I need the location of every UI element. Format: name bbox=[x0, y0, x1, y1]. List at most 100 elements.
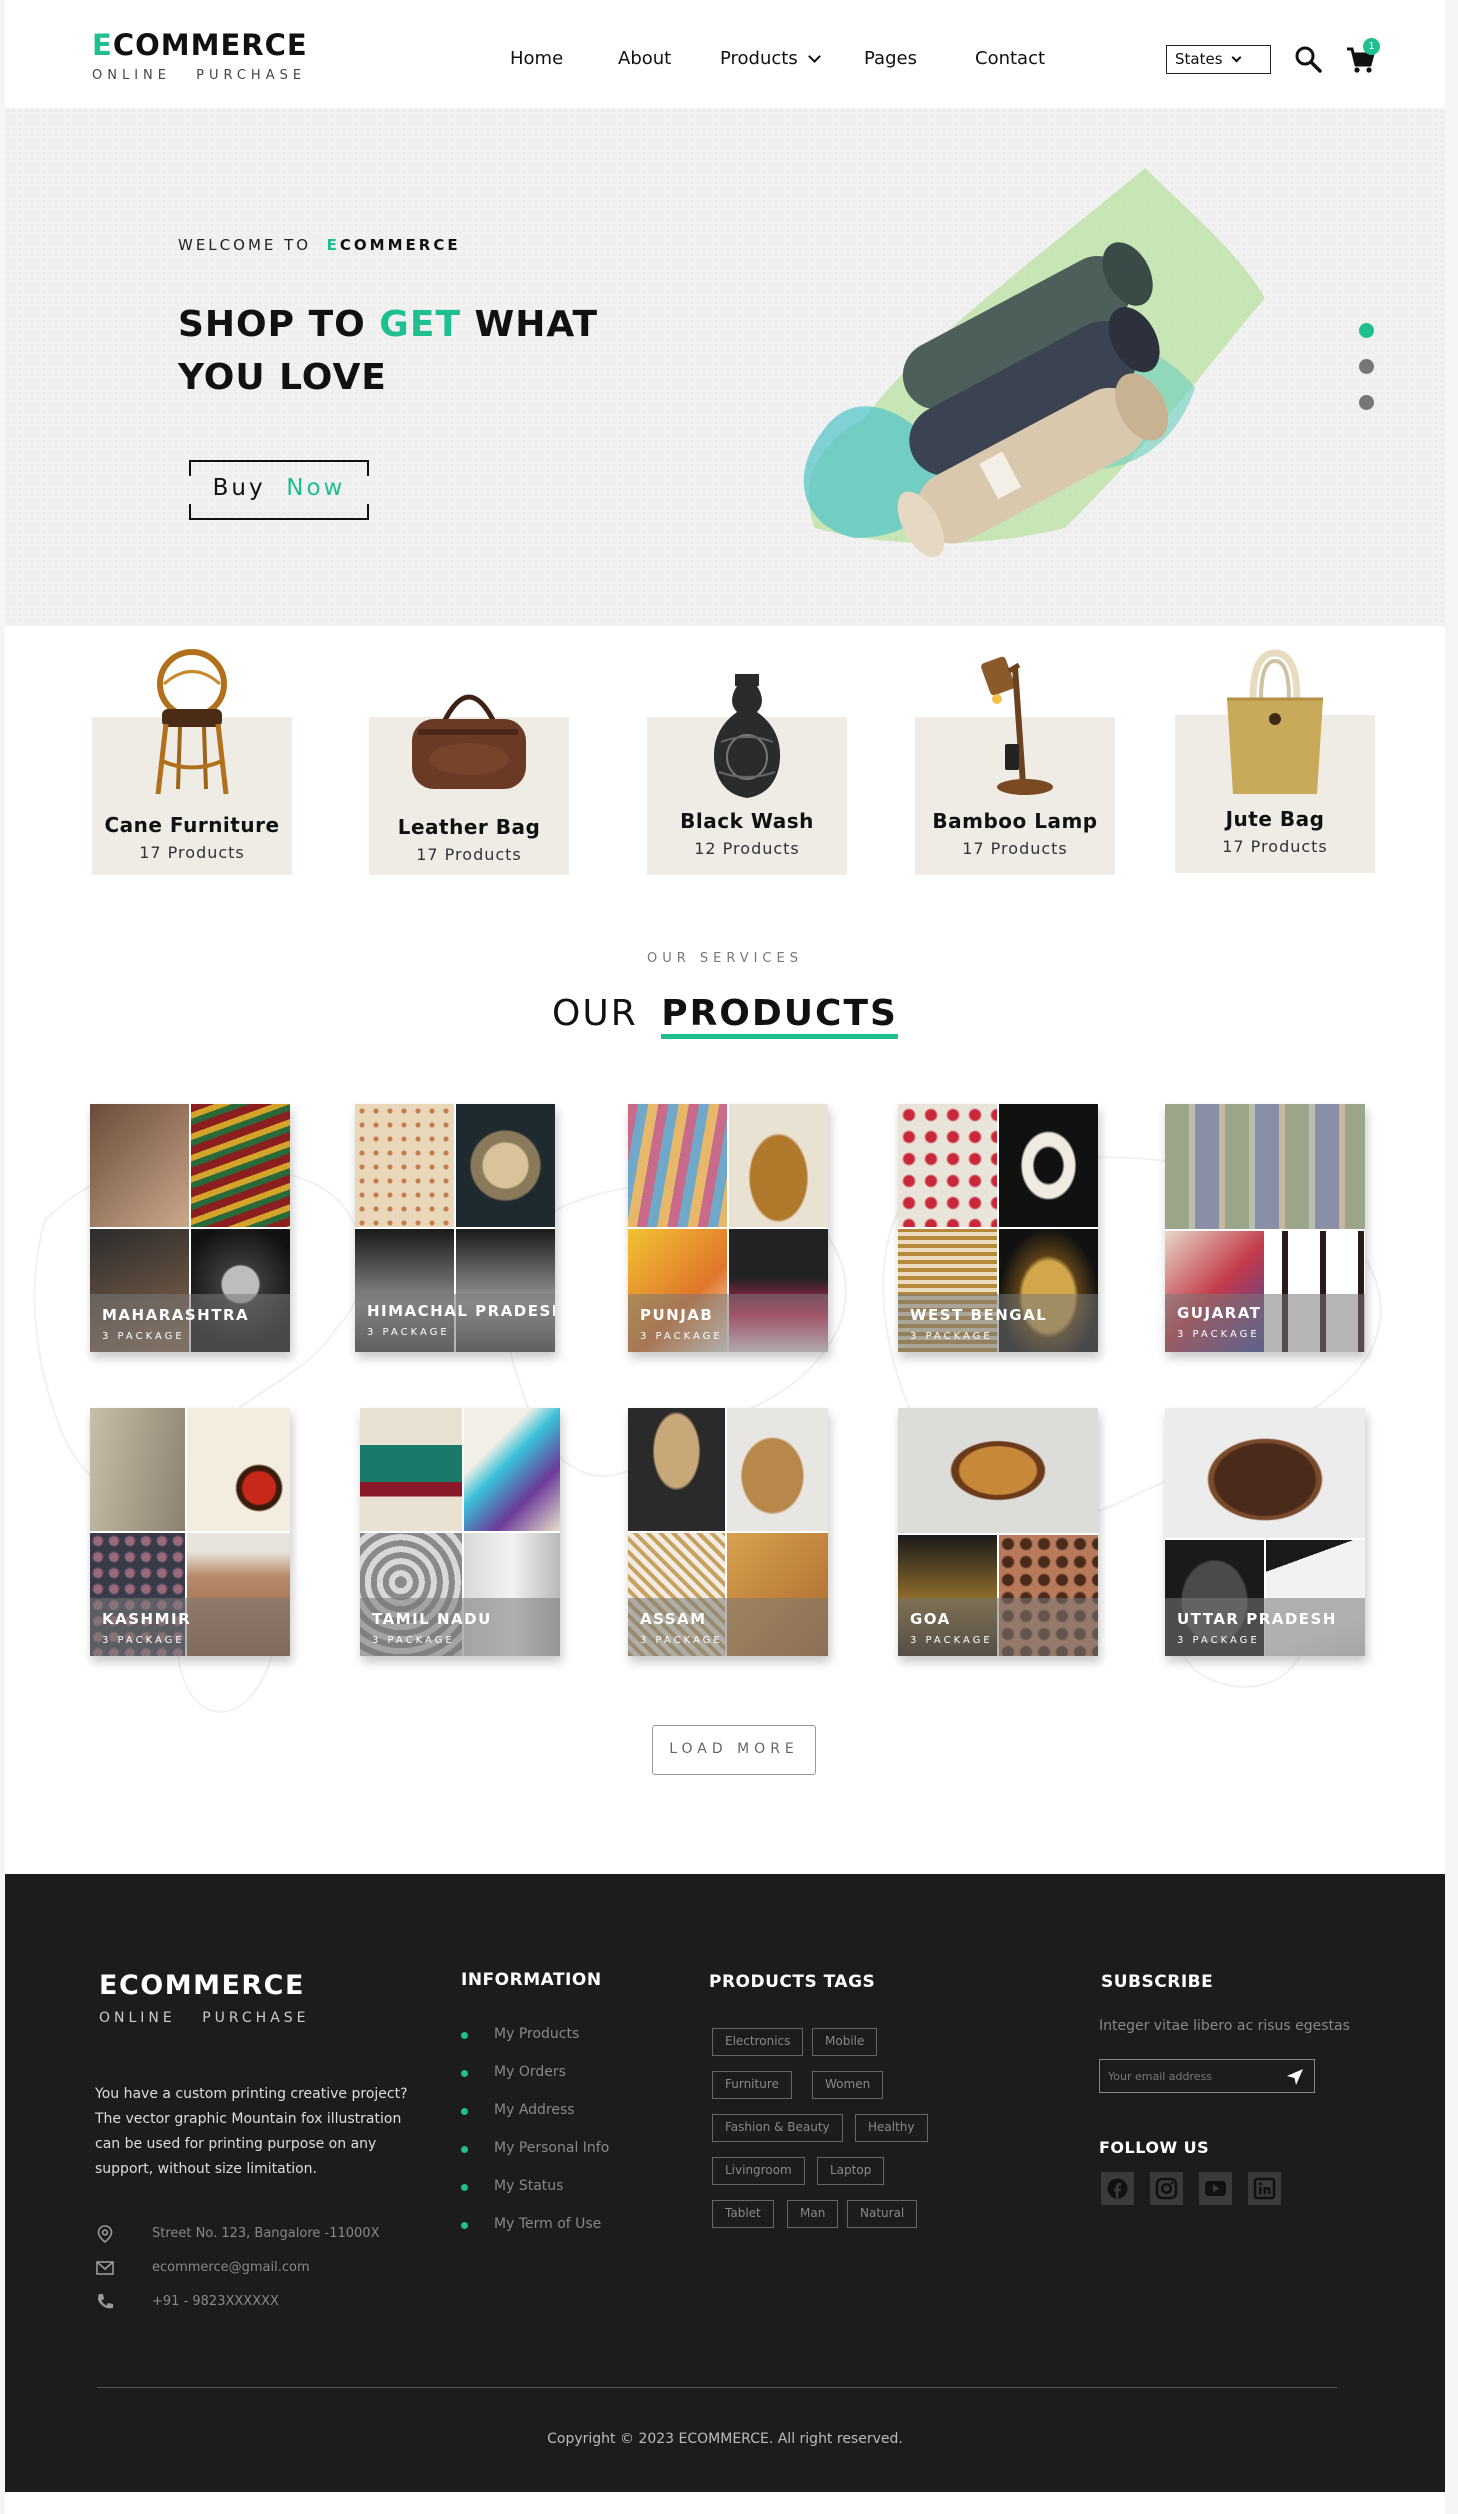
product-package: 3 PACKAGE bbox=[102, 1331, 185, 1342]
hero-slider-dots bbox=[1359, 323, 1374, 431]
nav-products[interactable]: Products bbox=[720, 48, 821, 69]
product-photo bbox=[187, 1408, 290, 1531]
product-name: ASSAM bbox=[640, 1610, 707, 1628]
hero-welcome-text: WELCOME TO bbox=[178, 236, 312, 254]
slider-dot-1[interactable] bbox=[1359, 323, 1374, 338]
chevron-down-icon bbox=[1231, 52, 1241, 63]
product-name: TAMIL NADU bbox=[372, 1610, 492, 1628]
black-vase-image bbox=[713, 674, 781, 798]
category-name: Bamboo Lamp bbox=[932, 809, 1098, 833]
info-link-label: My Personal Info bbox=[494, 2140, 610, 2156]
tag-livingroom[interactable]: Livingroom bbox=[712, 2157, 805, 2185]
bullet-icon bbox=[461, 2184, 468, 2191]
load-more-button[interactable]: LOAD MORE bbox=[652, 1725, 816, 1775]
footer-logo[interactable]: ECOMMERCE bbox=[99, 1970, 305, 2001]
nav-pages[interactable]: Pages bbox=[864, 48, 917, 69]
tags-heading: PRODUCTS TAGS bbox=[709, 1972, 876, 1992]
hero-welcome: WELCOME TO ECOMMERCE bbox=[178, 236, 461, 254]
hero-brand-rest: COMMERCE bbox=[339, 236, 461, 254]
info-link-label: My Term of Use bbox=[494, 2216, 602, 2232]
instagram-icon[interactable] bbox=[1150, 2172, 1183, 2205]
product-name: UTTAR PRADESH bbox=[1177, 1610, 1337, 1628]
product-name: MAHARASHTRA bbox=[102, 1306, 250, 1324]
product-package: 3 PACKAGE bbox=[102, 1635, 185, 1646]
category-card-cane-furniture[interactable]: Cane Furniture 17 Products bbox=[92, 649, 292, 875]
bullet-icon bbox=[461, 2070, 468, 2077]
subscribe-email-input[interactable] bbox=[1108, 2066, 1278, 2086]
product-card-uttar-pradesh[interactable]: UTTAR PRADESH 3 PACKAGE bbox=[1165, 1408, 1365, 1656]
category-card-black-wash[interactable]: Black Wash 12 Products bbox=[647, 674, 847, 875]
location-pin-icon bbox=[97, 2225, 113, 2244]
nav-contact[interactable]: Contact bbox=[975, 48, 1045, 69]
tag-tablet[interactable]: Tablet bbox=[712, 2200, 774, 2228]
nav-home[interactable]: Home bbox=[510, 48, 563, 69]
product-card-west-bengal[interactable]: WEST BENGAL 3 PACKAGE bbox=[898, 1104, 1098, 1352]
product-package: 3 PACKAGE bbox=[910, 1331, 993, 1342]
tag-man[interactable]: Man bbox=[787, 2200, 839, 2228]
category-card-leather-bag[interactable]: Leather Bag 17 Products bbox=[369, 694, 569, 875]
tag-healthy[interactable]: Healthy bbox=[855, 2114, 928, 2142]
product-package: 3 PACKAGE bbox=[640, 1635, 723, 1646]
buy-now-button[interactable]: Buy Now bbox=[189, 460, 369, 520]
product-name: GOA bbox=[910, 1610, 951, 1628]
site-header: ECOMMERCE ONLINE PURCHASE Home About Pro… bbox=[5, 0, 1445, 108]
product-package: 3 PACKAGE bbox=[910, 1635, 993, 1646]
category-count: 17 Products bbox=[962, 839, 1068, 858]
info-link-label: My Products bbox=[494, 2026, 580, 2042]
tag-furniture[interactable]: Furniture bbox=[712, 2071, 792, 2099]
search-icon[interactable] bbox=[1294, 45, 1322, 73]
product-name: KASHMIR bbox=[102, 1610, 192, 1628]
product-card-gujarat[interactable]: GUJARAT 3 PACKAGE bbox=[1165, 1104, 1365, 1352]
logo-title-rest: COMMERCE bbox=[112, 28, 308, 62]
subscribe-form bbox=[1099, 2059, 1315, 2093]
product-card-kashmir[interactable]: KASHMIR 3 PACKAGE bbox=[90, 1408, 290, 1656]
rolled-rugs-image bbox=[803, 168, 1265, 558]
logo-title-first-letter: E bbox=[92, 28, 113, 62]
phone-icon bbox=[98, 2294, 113, 2309]
footer-address-text: Street No. 123, Bangalore -11000X bbox=[152, 2226, 380, 2241]
slider-dot-3[interactable] bbox=[1359, 395, 1374, 410]
tag-laptop[interactable]: Laptop bbox=[817, 2157, 885, 2185]
states-select[interactable]: States bbox=[1166, 45, 1271, 74]
bamboo-lamp-image bbox=[981, 656, 1053, 795]
cane-chair-image bbox=[155, 649, 229, 795]
product-card-assam[interactable]: ASSAM 3 PACKAGE bbox=[628, 1408, 828, 1656]
tag-mobile[interactable]: Mobile bbox=[812, 2028, 878, 2056]
product-name: WEST BENGAL bbox=[910, 1306, 1048, 1324]
linkedin-icon[interactable] bbox=[1248, 2172, 1281, 2205]
product-card-himachal-pradesh[interactable]: HIMACHAL PRADESH 3 PACKAGE bbox=[355, 1104, 555, 1352]
page: ECOMMERCE ONLINE PURCHASE Home About Pro… bbox=[5, 0, 1445, 2514]
product-package: 3 PACKAGE bbox=[640, 1331, 723, 1342]
facebook-icon[interactable] bbox=[1101, 2172, 1134, 2205]
site-footer: ECOMMERCE ONLINE PURCHASE You have a cus… bbox=[5, 1874, 1445, 2492]
product-card-maharashtra[interactable]: MAHARASHTRA 3 PACKAGE bbox=[90, 1104, 290, 1352]
category-card-bamboo-lamp[interactable]: Bamboo Lamp 17 Products bbox=[915, 656, 1115, 875]
product-photo bbox=[90, 1104, 189, 1227]
section-title-light: OUR bbox=[552, 993, 638, 1034]
product-card-tamil-nadu[interactable]: TAMIL NADU 3 PACKAGE bbox=[360, 1408, 560, 1656]
tag-fashion-beauty[interactable]: Fashion & Beauty bbox=[712, 2114, 843, 2142]
nav-about[interactable]: About bbox=[618, 48, 671, 69]
hero-title-accent: GET bbox=[379, 304, 461, 345]
bullet-icon bbox=[461, 2146, 468, 2153]
tag-natural[interactable]: Natural bbox=[847, 2200, 918, 2228]
product-card-punjab[interactable]: PUNJAB 3 PACKAGE bbox=[628, 1104, 828, 1352]
card-caption-bg bbox=[1165, 1294, 1365, 1352]
send-icon[interactable] bbox=[1286, 2068, 1304, 2086]
youtube-icon[interactable] bbox=[1199, 2172, 1232, 2205]
category-card-jute-bag[interactable]: Jute Bag 17 Products bbox=[1175, 649, 1375, 873]
product-card-goa[interactable]: GOA 3 PACKAGE bbox=[898, 1408, 1098, 1656]
site-logo[interactable]: ECOMMERCE ONLINE PURCHASE bbox=[92, 28, 308, 83]
product-photo bbox=[191, 1104, 290, 1227]
product-photo bbox=[898, 1104, 997, 1227]
footer-phone-text[interactable]: +91 - 9823XXXXXX bbox=[152, 2294, 279, 2309]
tag-electronics[interactable]: Electronics bbox=[712, 2028, 804, 2056]
footer-email-text[interactable]: ecommerce@gmail.com bbox=[152, 2260, 310, 2275]
product-package: 3 PACKAGE bbox=[372, 1635, 455, 1646]
slider-dot-2[interactable] bbox=[1359, 359, 1374, 374]
bullet-icon bbox=[461, 2222, 468, 2229]
product-photo bbox=[727, 1408, 828, 1531]
tag-women[interactable]: Women bbox=[812, 2071, 884, 2099]
hero-title-part1: SHOP TO bbox=[178, 304, 366, 345]
product-photo bbox=[464, 1408, 560, 1531]
